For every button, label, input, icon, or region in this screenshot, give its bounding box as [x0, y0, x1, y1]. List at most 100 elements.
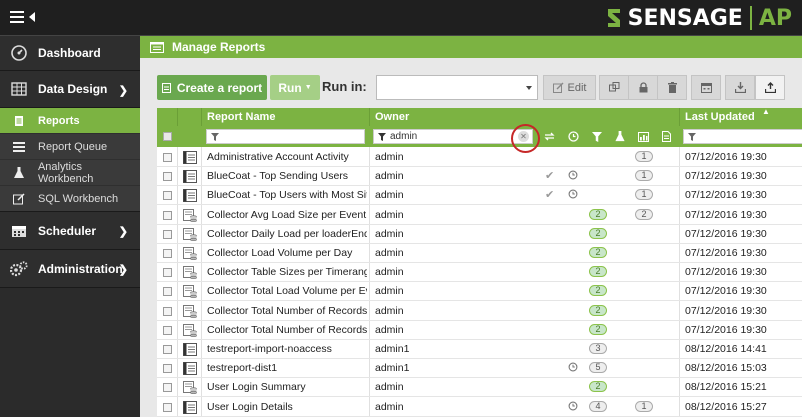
report-name-cell[interactable]: Collector Total Load Volume per Ev... [207, 285, 367, 297]
report-name-cell[interactable]: Collector Load Volume per Day [207, 247, 367, 259]
report-name-cell[interactable]: testreport-dist1 [207, 362, 367, 374]
report-name-cell[interactable]: Administrative Account Activity [207, 151, 367, 163]
run-count-badge[interactable]: 4 [589, 400, 607, 412]
report-db-icon [183, 304, 197, 318]
output-count-badge[interactable]: 1 [635, 189, 653, 201]
report-name-cell[interactable]: testreport-import-noaccess [207, 343, 367, 355]
sidebar-item-dashboard[interactable]: Dashboard [0, 36, 140, 71]
row-checkbox[interactable] [163, 172, 172, 182]
select-all-checkbox[interactable] [163, 132, 172, 141]
last-updated-filter-input[interactable] [683, 129, 802, 144]
row-checkbox[interactable] [163, 345, 172, 354]
last-updated-cell: 08/12/2016 14:41 [685, 343, 767, 355]
flask-icon [12, 166, 26, 179]
column-header-report-name[interactable]: Report Name [207, 111, 275, 123]
distribution-count-badge[interactable]: 2 [589, 208, 607, 220]
distribution-count-badge[interactable]: 2 [589, 381, 607, 393]
table-row[interactable]: User Login Summary admin 2 08/12/2016 15:21 [157, 378, 802, 398]
row-checkbox[interactable] [163, 210, 172, 220]
column-header-last-updated[interactable]: Last Updated [685, 111, 755, 123]
run-count-badge[interactable]: 3 [589, 343, 607, 354]
sync-icon[interactable] [542, 130, 556, 143]
sidebar-item-data-design[interactable]: Data Design ❯ [0, 71, 140, 108]
sidebar-item-administration[interactable]: Administration ❯ [0, 250, 140, 288]
column-header-owner[interactable]: Owner [375, 111, 409, 123]
table-row[interactable]: Collector Avg Load Size per Event ... adm… [157, 206, 802, 225]
report-name-cell[interactable]: Collector Avg Load Size per Event ... [207, 209, 367, 221]
document-icon[interactable] [659, 130, 673, 143]
top-bar: SENSAGE AP [0, 0, 802, 36]
schedule-button[interactable] [691, 75, 721, 100]
table-row[interactable]: BlueCoat - Top Sending Users admin ✔ 1 07/12… [157, 167, 802, 187]
row-checkbox[interactable] [163, 402, 172, 412]
filter-icon[interactable] [590, 130, 604, 143]
distribution-count-badge[interactable]: 2 [589, 285, 607, 297]
report-name-cell[interactable]: Collector Daily Load per loaderEnd ... [207, 228, 367, 240]
row-checkbox[interactable] [163, 268, 172, 278]
table-row[interactable]: Collector Daily Load per loaderEnd ... ad… [157, 225, 802, 244]
row-checkbox[interactable] [163, 383, 172, 393]
output-count-badge[interactable]: 1 [635, 400, 653, 412]
import-button[interactable] [755, 75, 785, 100]
table-row[interactable]: User Login Details admin 4 1 08/12/2016 15:2… [157, 398, 802, 417]
row-checkbox[interactable] [163, 249, 172, 258]
run-dropdown-button[interactable]: Run ▼ [270, 75, 320, 100]
sidebar-subitem-label: Analytics Workbench [37, 160, 94, 185]
export-button[interactable] [725, 75, 755, 100]
owner-filter-input[interactable]: admin ✕ [373, 129, 533, 144]
distribution-count-badge[interactable]: 2 [589, 227, 607, 239]
row-checkbox[interactable] [163, 191, 172, 201]
row-checkbox[interactable] [163, 229, 172, 239]
report-db-icon [183, 381, 197, 395]
output-count-badge[interactable]: 1 [635, 170, 653, 182]
sidebar-subitem-reports[interactable]: Reports [0, 108, 140, 134]
table-row[interactable]: Collector Table Sizes per Timerange admin… [157, 263, 802, 283]
sidebar-subitem-analytics-workbench[interactable]: Analytics Workbench [0, 160, 140, 186]
table-row[interactable]: Collector Total Load Volume per Ev... adm… [157, 282, 802, 302]
row-checkbox[interactable] [163, 364, 172, 374]
edit-label: Edit [567, 81, 587, 94]
menu-toggle-button[interactable] [10, 9, 40, 27]
table-row[interactable]: Administrative Account Activity admin 1 07/… [157, 148, 802, 167]
create-report-button[interactable]: Create a report [157, 75, 267, 100]
report-icon [183, 151, 197, 164]
table-row[interactable]: Collector Total Number of Records ... adm… [157, 302, 802, 321]
table-row[interactable]: testreport-import-noaccess admin1 3 08/12/2… [157, 340, 802, 359]
clock-icon[interactable] [566, 130, 580, 143]
copy-icon [608, 82, 619, 92]
report-name-filter-input[interactable] [206, 129, 365, 144]
row-checkbox[interactable] [163, 153, 172, 162]
table-row[interactable]: Collector Total Number of Records ... adm… [157, 321, 802, 340]
copy-button[interactable] [599, 75, 629, 100]
report-name-cell[interactable]: User Login Details [207, 401, 367, 413]
sidebar-subitem-sql-workbench[interactable]: SQL Workbench [0, 186, 140, 212]
report-name-cell[interactable]: BlueCoat - Top Sending Users [207, 170, 367, 182]
row-checkbox[interactable] [163, 325, 172, 335]
row-checkbox[interactable] [163, 306, 172, 316]
report-name-cell[interactable]: Collector Total Number of Records ... [207, 324, 367, 336]
run-count-badge[interactable]: 5 [589, 362, 607, 374]
delete-button[interactable] [657, 75, 687, 100]
report-name-cell[interactable]: Collector Table Sizes per Timerange [207, 266, 367, 278]
report-name-cell[interactable]: Collector Total Number of Records ... [207, 305, 367, 317]
distribution-count-badge[interactable]: 2 [589, 304, 607, 316]
row-checkbox[interactable] [163, 287, 172, 297]
table-row[interactable]: testreport-dist1 admin1 5 08/12/2016 15:03 [157, 359, 802, 379]
output-count-badge[interactable]: 2 [635, 208, 653, 220]
chart-icon[interactable] [636, 130, 650, 143]
distribution-count-badge[interactable]: 2 [589, 323, 607, 335]
report-name-cell[interactable]: BlueCoat - Top Users with Most Sit... [207, 189, 367, 201]
table-row[interactable]: BlueCoat - Top Users with Most Sit... adm… [157, 186, 802, 206]
distribution-count-badge[interactable]: 2 [589, 266, 607, 278]
flask-icon[interactable] [613, 130, 627, 143]
output-count-badge[interactable]: 1 [635, 151, 653, 162]
lock-button[interactable] [628, 75, 658, 100]
report-name-cell[interactable]: User Login Summary [207, 381, 367, 393]
table-row[interactable]: Collector Load Volume per Day admin 2 07/12… [157, 244, 802, 263]
run-in-select[interactable] [376, 75, 538, 100]
distribution-count-badge[interactable]: 2 [589, 247, 607, 258]
sidebar-item-scheduler[interactable]: Scheduler ❯ [0, 212, 140, 250]
last-updated-cell: 08/12/2016 15:21 [685, 381, 767, 394]
sidebar-subitem-report-queue[interactable]: Report Queue [0, 134, 140, 160]
edit-button[interactable]: Edit [543, 75, 596, 100]
